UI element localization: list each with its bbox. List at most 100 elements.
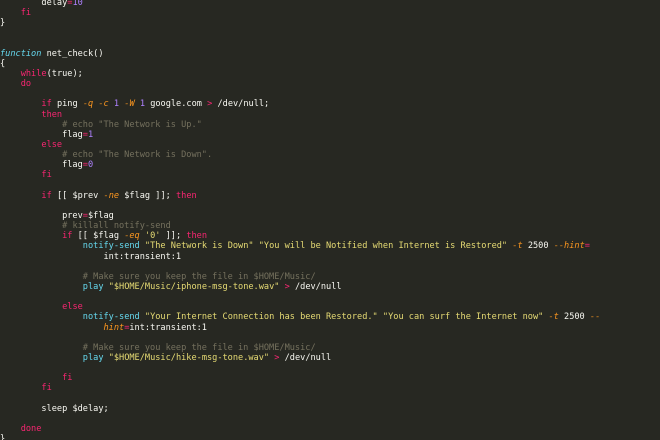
code-line[interactable]: # echo "The Network is Up." — [0, 120, 660, 130]
code-line[interactable]: # Make sure you keep the file in $HOME/M… — [0, 343, 660, 353]
code-line[interactable]: function net_check() — [0, 49, 660, 59]
code-line[interactable]: flag=1 — [0, 130, 660, 140]
code-token: int:transient:1 — [129, 322, 207, 333]
code-token: -t — [548, 312, 559, 323]
code-token: function — [0, 48, 42, 59]
code-line[interactable]: # echo "The Network is Down". — [0, 150, 660, 160]
code-token: -W — [124, 99, 135, 110]
code-line[interactable]: fi — [0, 8, 660, 18]
code-line[interactable]: while(true); — [0, 69, 660, 79]
code-token: # killall notify-send — [62, 221, 171, 232]
code-line[interactable]: else — [0, 140, 660, 150]
code-line[interactable]: done — [0, 424, 660, 434]
code-line[interactable]: fi — [0, 373, 660, 383]
code-token: else — [62, 302, 83, 313]
code-line[interactable]: prev=$flag — [0, 211, 660, 221]
code-line[interactable]: flag=0 — [0, 160, 660, 170]
code-token: # echo "The Network is Down". — [62, 150, 213, 161]
code-line[interactable] — [0, 393, 660, 403]
code-token: $flag — [87, 210, 114, 221]
code-line[interactable] — [0, 292, 660, 302]
code-token: "$HOME/Music/iphone-msg-tone.wav" — [108, 281, 280, 292]
code-line[interactable]: play "$HOME/Music/hike-msg-tone.wav" > /… — [0, 353, 660, 363]
code-line[interactable]: if ping -q -c 1 -W 1 google.com > /dev/n… — [0, 99, 660, 109]
code-line[interactable]: else — [0, 302, 660, 312]
code-token: else — [41, 139, 63, 150]
code-token: # echo "The Network is Up." — [62, 119, 202, 130]
code-token: do — [20, 79, 32, 90]
code-line[interactable]: fi — [0, 170, 660, 180]
code-editor[interactable]: delay=10 fi} function net_check(){ while(… — [0, 0, 660, 440]
code-token: fi — [41, 383, 52, 394]
code-line[interactable]: fi — [0, 383, 660, 393]
code-line[interactable] — [0, 414, 660, 424]
code-token: { — [0, 58, 6, 69]
code-line[interactable]: } — [0, 18, 660, 28]
code-token: [[ $flag — [72, 231, 125, 242]
code-token: then — [175, 190, 197, 201]
code-line[interactable] — [0, 363, 660, 373]
code-line[interactable]: notify-send "The Network is Down" "You w… — [0, 241, 660, 251]
code-line[interactable] — [0, 333, 660, 343]
code-token: "You can surf the Internet now" — [382, 312, 544, 323]
code-line[interactable]: hint=int:transient:1 — [0, 323, 660, 333]
code-line[interactable]: } — [0, 434, 660, 440]
code-line[interactable] — [0, 89, 660, 99]
code-line[interactable]: sleep $delay; — [0, 404, 660, 414]
code-line[interactable]: do — [0, 79, 660, 89]
code-token: /dev/null — [279, 352, 332, 363]
code-token: prev — [0, 210, 83, 221]
code-token: delay — [0, 0, 68, 8]
code-line[interactable]: int:transient:1 — [0, 252, 660, 262]
code-line[interactable] — [0, 181, 660, 191]
code-line[interactable] — [0, 262, 660, 272]
code-token: 0 — [87, 160, 94, 171]
code-line[interactable]: delay=10 — [0, 0, 660, 8]
code-line[interactable] — [0, 28, 660, 38]
code-token: 1 — [87, 129, 94, 140]
code-line[interactable] — [0, 201, 660, 211]
code-token: true — [51, 68, 73, 79]
code-line[interactable]: # Make sure you keep the file in $HOME/M… — [0, 272, 660, 282]
code-line[interactable]: if [[ $prev -ne $flag ]]; then — [0, 191, 660, 201]
code-token: # Make sure you keep the file in $HOME/M… — [82, 271, 316, 282]
code-line[interactable]: notify-send "Your Internet Connection ha… — [0, 312, 660, 322]
code-token: if — [41, 190, 52, 201]
code-token: # Make sure you keep the file in $HOME/M… — [82, 342, 316, 353]
code-token: hint — [103, 322, 125, 333]
code-token: notify-send — [82, 241, 140, 252]
code-token: "Your Internet Connection has been Resto… — [144, 312, 378, 323]
code-line[interactable]: then — [0, 110, 660, 120]
code-lines: delay=10 fi} function net_check(){ while(… — [0, 0, 660, 440]
code-token: net_check() — [41, 48, 104, 59]
code-token: done — [20, 423, 42, 434]
code-line[interactable]: { — [0, 59, 660, 69]
code-line[interactable] — [0, 39, 660, 49]
code-token: ); — [72, 68, 83, 79]
code-token: = — [584, 241, 590, 252]
code-token: -ne — [103, 190, 120, 201]
code-token: if — [41, 99, 52, 110]
code-token: '0' — [144, 231, 161, 242]
code-line[interactable]: if [[ $flag -eq '0' ]]; then — [0, 231, 660, 241]
code-token: sleep — [41, 403, 68, 414]
code-token: play — [82, 352, 104, 363]
code-token: fi — [20, 8, 32, 19]
code-line[interactable]: # killall notify-send — [0, 221, 660, 231]
code-line[interactable]: play "$HOME/Music/iphone-msg-tone.wav" >… — [0, 282, 660, 292]
